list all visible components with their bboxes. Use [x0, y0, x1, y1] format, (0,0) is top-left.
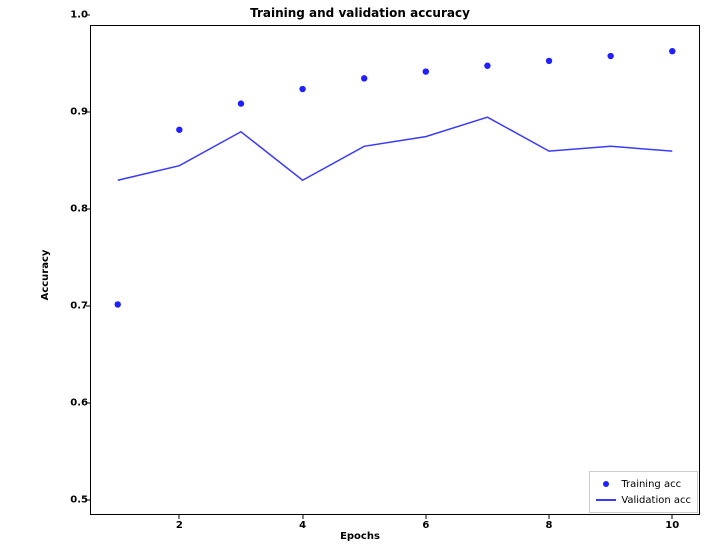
- legend-item-training: Training acc: [596, 476, 691, 492]
- legend-label-training: Training acc: [621, 479, 681, 490]
- x-tick-mark: [425, 515, 426, 519]
- y-axis-label: Accuracy: [40, 250, 51, 301]
- training-point: [423, 68, 429, 74]
- x-tick-label: 4: [299, 520, 306, 531]
- x-tick-mark: [179, 515, 180, 519]
- training-point: [115, 301, 121, 307]
- validation-line-path: [118, 117, 673, 180]
- training-point: [299, 86, 305, 92]
- training-point: [484, 63, 490, 69]
- legend-dot-icon: [596, 481, 616, 487]
- training-point: [546, 58, 552, 64]
- data-layer: [90, 25, 700, 515]
- x-axis-label: Epochs: [0, 531, 720, 542]
- x-tick-label: 10: [665, 520, 679, 531]
- validation-line: [118, 117, 673, 180]
- x-tick-label: 2: [176, 520, 183, 531]
- y-tick-mark: [86, 15, 90, 16]
- x-tick-mark: [549, 515, 550, 519]
- legend: Training acc Validation acc: [589, 471, 698, 513]
- training-point: [607, 53, 613, 59]
- chart-title: Training and validation accuracy: [0, 6, 720, 20]
- training-point: [361, 75, 367, 81]
- legend-label-validation: Validation acc: [621, 495, 691, 506]
- training-scatter: [115, 48, 676, 308]
- legend-line-icon: [596, 499, 616, 501]
- training-point: [669, 48, 675, 54]
- training-point: [238, 100, 244, 106]
- training-point: [176, 127, 182, 133]
- legend-item-validation: Validation acc: [596, 492, 691, 508]
- chart-container: Training and validation accuracy Accurac…: [0, 0, 720, 550]
- x-tick-label: 6: [422, 520, 429, 531]
- x-tick-mark: [302, 515, 303, 519]
- x-tick-label: 8: [546, 520, 553, 531]
- x-tick-mark: [672, 515, 673, 519]
